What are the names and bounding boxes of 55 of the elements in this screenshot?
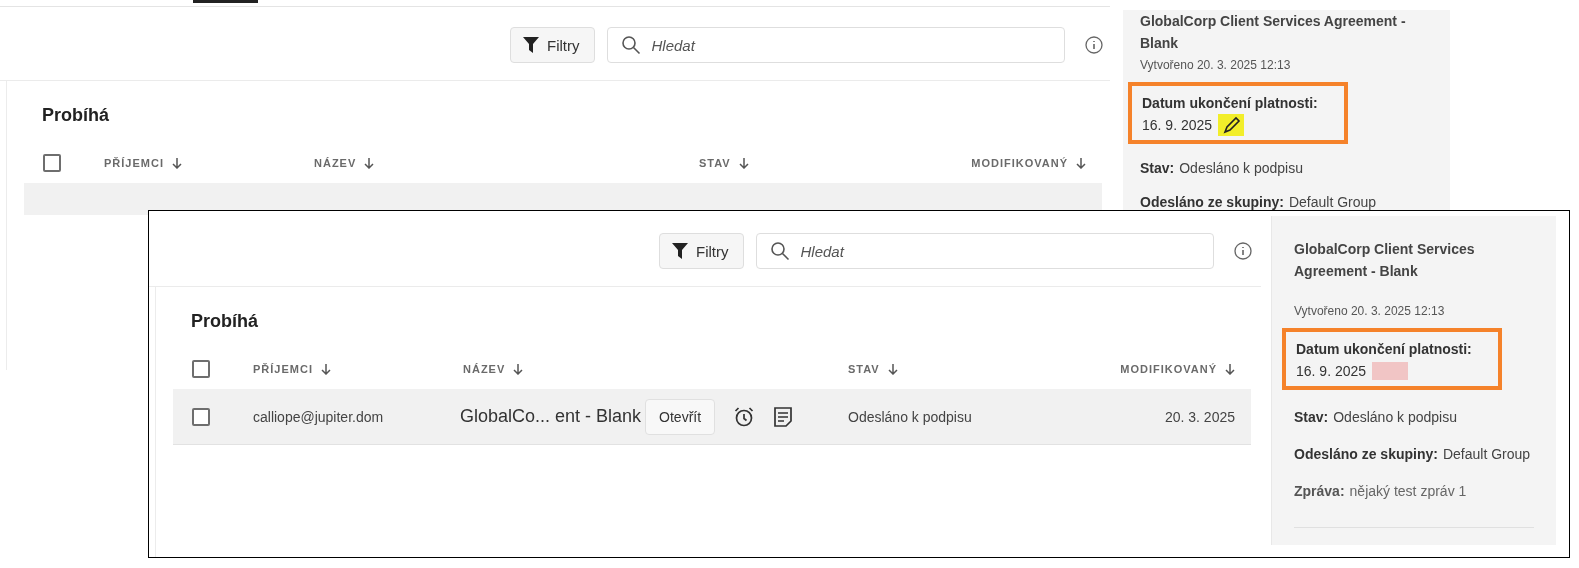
table-row[interactable]: calliope@jupiter.dom GlobalCo... ent - Blank Otevřít Odesláno k podpisu 20. 3. 2025 [173,389,1251,445]
detail-field: Odesláno ze skupiny: Default Group [1140,192,1430,212]
document-title: GlobalCorp Client Services Agreement - Blank [1294,240,1476,281]
search-icon [620,35,641,55]
document-title: GlobalCorp Client Services Agreement - Blank [1140,12,1407,53]
sort-arrow-icon[interactable] [320,363,331,375]
row-checkbox[interactable] [192,407,210,426]
filter-button[interactable]: Filtry [510,27,595,63]
sort-arrow-icon[interactable] [1225,363,1235,375]
redaction-mark [1372,362,1409,380]
created-date: Vytvořeno 20. 3. 2025 12:13 [1294,304,1446,318]
expiry-date: 16. 9. 2025 [1296,362,1367,381]
section-title: Probíhá [42,105,110,127]
sort-arrow-icon[interactable] [171,157,182,169]
column-header[interactable]: MODIFIKOVANÝ [971,157,1086,169]
detail-field: Odesláno ze skupiny: Default Group [1294,444,1534,464]
sort-arrow-icon[interactable] [513,363,524,375]
search-field[interactable]: Hledat [755,233,1214,269]
select-all-checkbox[interactable] [43,154,61,172]
alarm-clock-icon[interactable] [733,405,756,428]
search-icon [769,241,790,261]
sort-arrow-icon[interactable] [1076,157,1086,169]
column-header[interactable]: NÁZEV [314,157,699,169]
tab-indicator [193,0,258,3]
recipient-cell-text: calliope@jupiter.dom [253,408,385,425]
note-icon[interactable] [773,405,794,428]
select-all-checkbox[interactable] [192,360,210,378]
status-cell-text: Odesláno k podpisu [848,408,973,425]
column-header[interactable]: MODIFIKOVANÝ [1120,363,1235,375]
detail-field: Zpráva: nějaký test zpráv 1 [1294,481,1534,501]
funnel-icon [672,242,688,260]
document-name: GlobalCo... ent - Blank [460,406,642,427]
modified-date-cell: 20. 3. 2025 [1164,408,1235,425]
section-title: Probíhá [191,311,259,333]
funnel-icon [523,36,539,54]
info-icon[interactable] [1084,36,1103,54]
sort-arrow-icon[interactable] [887,363,898,375]
detail-field: Stav: Odesláno k podpisu [1140,158,1430,178]
info-icon[interactable] [1233,242,1252,260]
column-header[interactable]: NÁZEV [463,363,848,375]
sort-arrow-icon[interactable] [364,157,375,169]
search-field[interactable]: Hledat [606,27,1065,63]
column-header[interactable]: PŘÍJEMCI [253,363,463,375]
column-header[interactable]: STAV [699,157,972,169]
expiry-date: 16. 9. 2025 [1142,116,1213,135]
column-header[interactable]: PŘÍJEMCI [104,157,314,169]
filter-button[interactable]: Filtry [659,233,744,269]
detail-field: Stav: Odesláno k podpisu [1294,407,1534,427]
expiry-label: Datum ukončení platnosti: [1142,94,1319,113]
sort-arrow-icon[interactable] [738,157,749,169]
open-button[interactable]: Otevřít [645,398,716,435]
created-date: Vytvořeno 20. 3. 2025 12:13 [1140,58,1292,72]
column-header[interactable]: STAV [848,363,1121,375]
expiry-label: Datum ukončení platnosti: [1296,340,1473,359]
edit-icon[interactable] [1218,114,1245,136]
